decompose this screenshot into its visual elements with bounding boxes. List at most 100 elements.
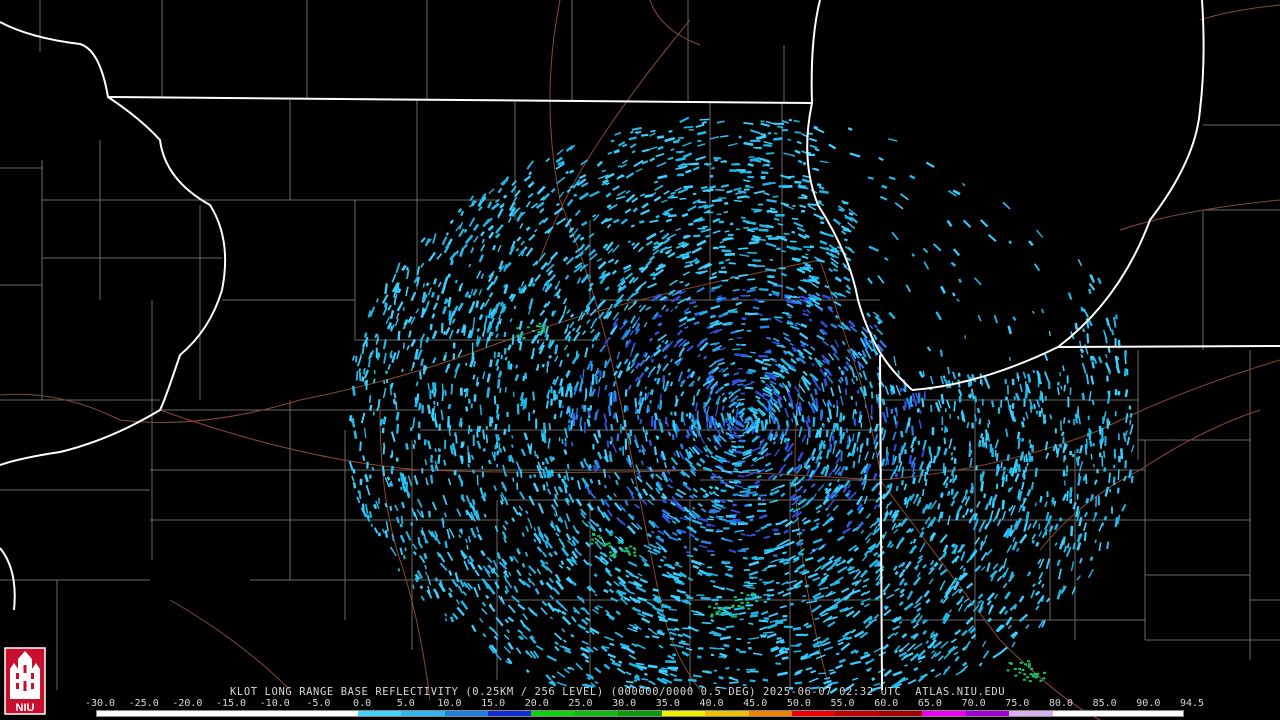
echo-gate [743,141,754,146]
echo-gate [1010,662,1013,665]
echo-gate [1035,605,1040,611]
echo-gate [607,258,615,264]
echo-gate [516,327,520,330]
echo-gate [678,322,687,328]
echo-gate [532,347,535,354]
echo-gate [737,522,748,526]
echo-gate [893,528,899,534]
echo-gate [732,470,741,473]
echo-gate [671,434,675,441]
echo-gate [899,593,905,598]
echo-gate [1002,201,1011,210]
echo-gate [981,382,983,386]
echo-gate [1060,431,1065,437]
echo-gate [899,517,908,528]
echo-gate [901,632,908,639]
echo-gate [853,418,857,427]
echo-gate [926,346,932,352]
echo-gate [470,454,475,460]
echo-gate [591,538,595,541]
echo-gate [708,485,714,490]
echo-gate [678,450,685,460]
echo-gate [1078,517,1083,527]
echo-gate [698,647,704,650]
echo-gate [682,152,693,159]
echo-gate [629,143,637,149]
echo-gate [1094,539,1097,544]
echo-gate [1001,511,1007,520]
echo-gate [702,466,713,472]
echo-gate [470,247,475,254]
echo-gate [397,478,401,482]
colorbar-tick-label: 25.0 [568,698,593,709]
echo-gate [562,405,564,409]
echo-gate [1060,385,1063,390]
echo-gate [597,451,603,460]
echo-gate [1042,677,1046,680]
echo-gate [447,420,450,428]
echo-gate [581,330,587,336]
echo-gate [678,137,684,139]
echo-gate [508,424,511,433]
echo-gate [441,285,447,295]
echo-gate [565,513,571,522]
echo-gate [592,646,599,651]
echo-gate [782,332,789,337]
echo-gate [767,564,777,568]
echo-gate [1117,487,1120,494]
echo-gate [533,538,537,543]
echo-gate [613,555,617,558]
echo-gate [539,579,545,586]
echo-gate [849,152,861,158]
echo-gate [429,323,433,330]
echo-gate [1089,493,1094,502]
echo-gate [932,243,942,252]
echo-gate [692,564,700,570]
echo-gate [654,184,664,191]
echo-gate [759,494,767,497]
echo-gate [921,400,925,408]
echo-gate [796,226,806,233]
echo-gate [709,175,714,178]
echo-gate [539,309,546,317]
echo-gate [819,216,824,220]
echo-gate [609,551,612,554]
echo-gate [760,318,769,321]
echo-gate [630,224,635,228]
echo-gate [958,278,962,284]
echo-gate [634,397,638,408]
echo-gate [564,520,569,530]
echo-gate [402,325,406,330]
echo-gate [465,495,470,503]
echo-gate [448,329,454,339]
echo-gate [368,395,372,403]
echo-gate [421,404,424,414]
colorbar-tick-label: -5.0 [306,698,331,709]
echo-gate [695,388,701,397]
echo-gate [719,135,729,138]
echo-gate [719,518,727,522]
echo-gate [550,504,557,511]
colorbar-tick-label: 65.0 [917,698,942,709]
echo-gate [1015,547,1020,552]
echo-gate [731,445,738,449]
echo-gate [695,123,705,128]
echo-gate [962,219,972,228]
echo-gate [469,428,473,433]
echo-gate [898,601,904,607]
echo-gate [810,345,816,352]
echo-gate [458,534,462,538]
echo-gate [412,444,415,449]
echo-gate [718,261,724,265]
echo-gate [582,559,589,566]
echo-gate [469,301,476,312]
echo-gate [655,473,663,481]
echo-gate [755,395,761,400]
echo-gate [844,246,855,254]
echo-gate [772,337,780,343]
echo-gate [1063,384,1066,392]
echo-gate [826,513,831,517]
echo-gate [697,376,701,382]
echo-gate [662,362,670,372]
echo-gate [550,398,553,406]
